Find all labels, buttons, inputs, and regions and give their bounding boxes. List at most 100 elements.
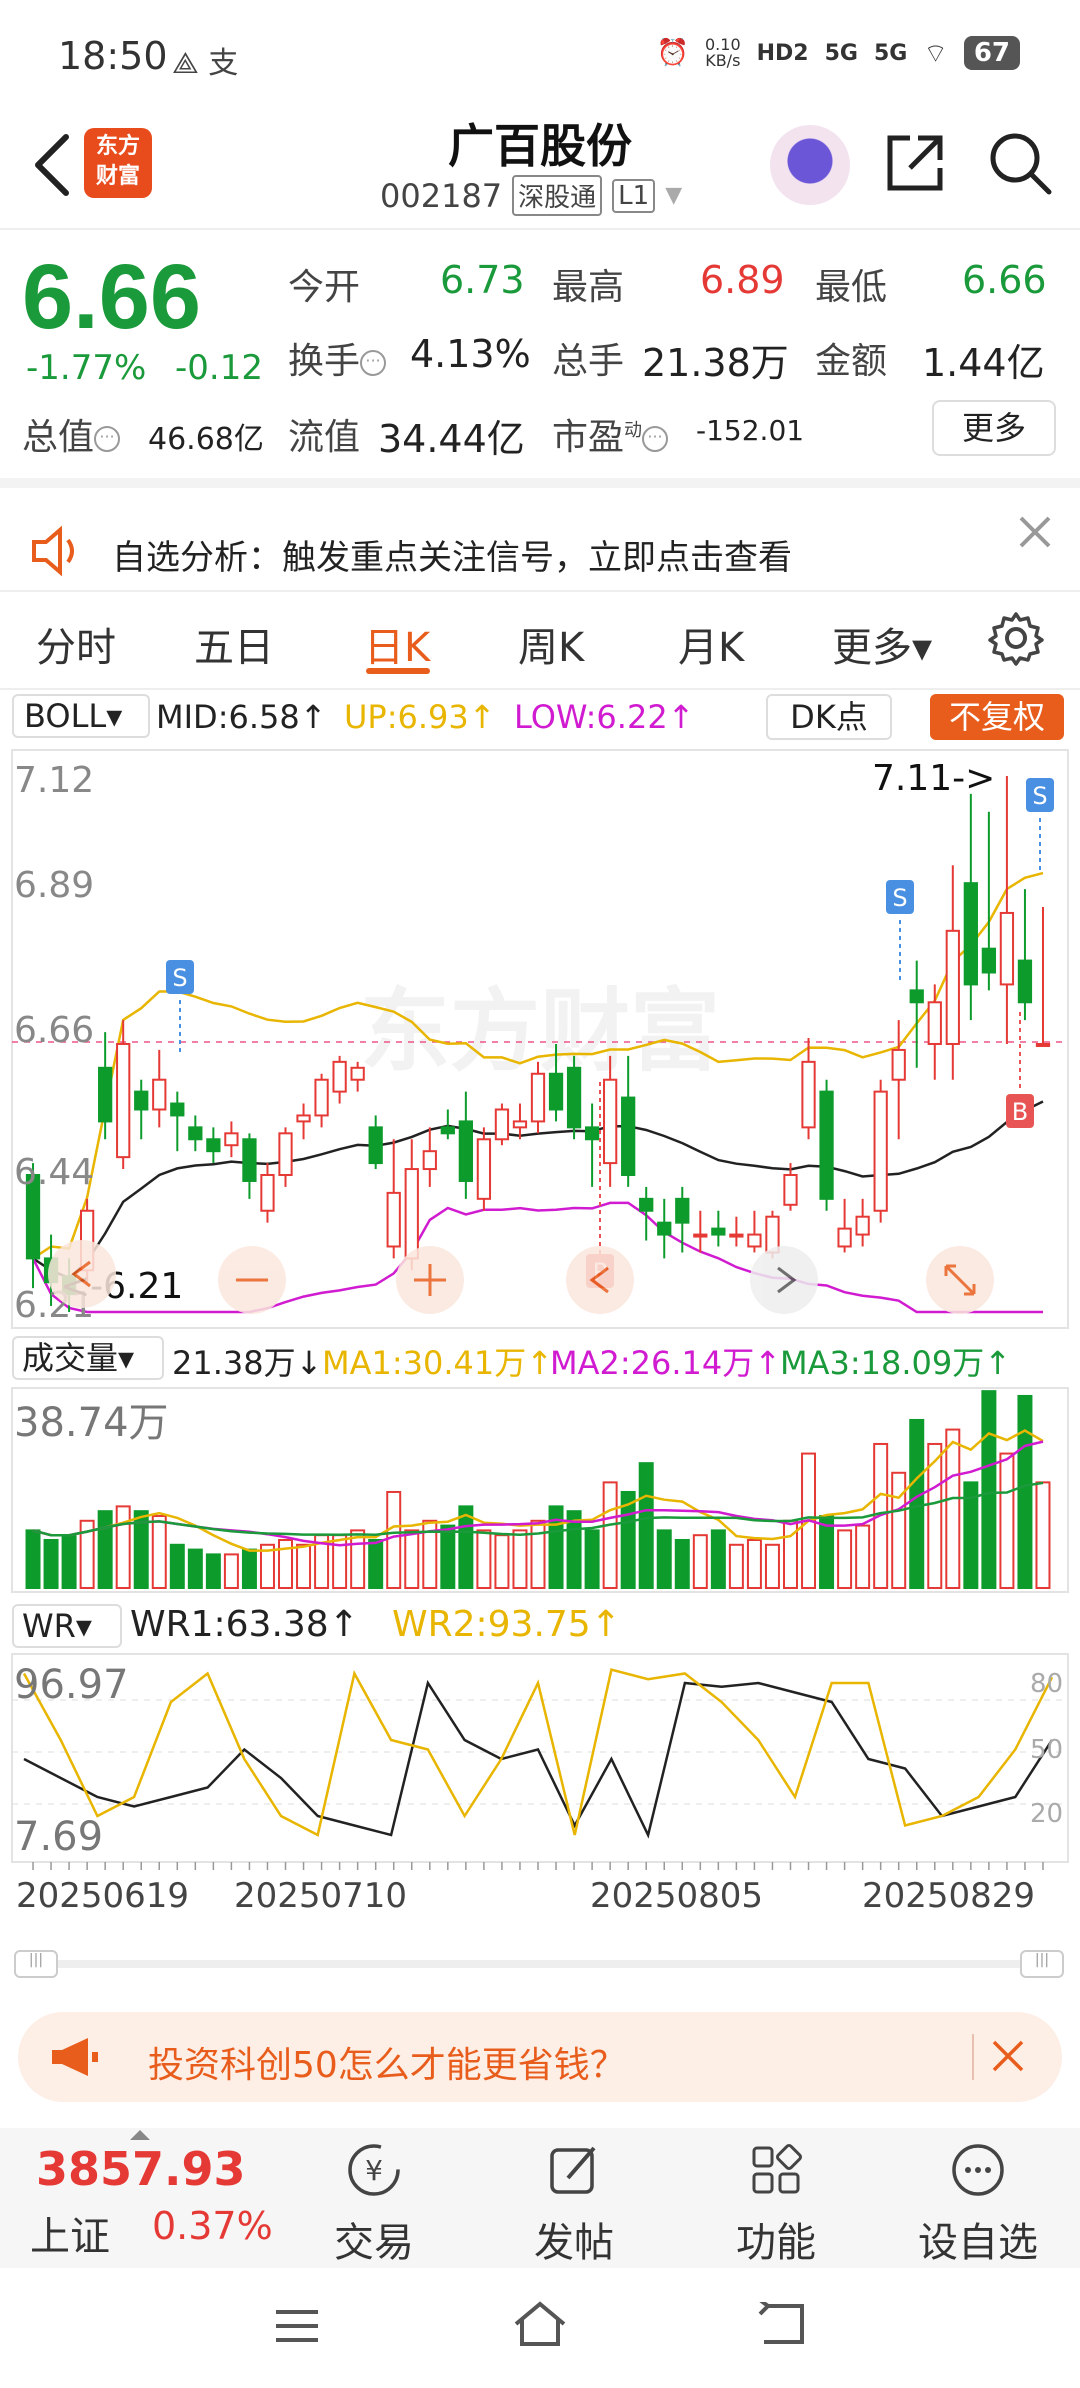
signal-icon-2: 5G [873, 40, 908, 66]
volume-chart[interactable]: 38.74万 [0, 1384, 1080, 1594]
amount-value: 1.44亿 [922, 341, 1045, 385]
candle [945, 865, 960, 1080]
volume-bar [512, 1529, 528, 1589]
candle [1017, 889, 1033, 1021]
notice-divider [0, 590, 1080, 592]
zoom-out-button[interactable] [218, 1246, 286, 1314]
back-nav-icon[interactable] [754, 2302, 810, 2346]
battery-icon: 67 [963, 36, 1020, 70]
volume-bar [674, 1538, 690, 1589]
boll-mid: MID:6.58↑ [156, 698, 327, 736]
date-label-4: 20250829 [862, 1876, 1036, 1916]
volume-ma2: MA2:26.14万↑ [550, 1344, 782, 1382]
chart-right-button[interactable] [750, 1246, 818, 1314]
mktcap-label: 总值 ··· [22, 408, 121, 460]
candle [332, 1055, 347, 1104]
tab-zhouk[interactable]: 周K [518, 615, 584, 673]
tab-rik[interactable]: 日K [364, 615, 430, 673]
volume-bar [530, 1519, 546, 1589]
close-promo-icon[interactable] [990, 2038, 1026, 2074]
menu-icon[interactable] [272, 2306, 322, 2346]
candle [891, 1020, 906, 1140]
info-icon[interactable]: ··· [94, 426, 121, 452]
volume-bar [223, 1553, 239, 1589]
volume-bar [656, 1529, 672, 1589]
tab-wuri[interactable]: 五日 [194, 615, 274, 673]
signal-s-2[interactable]: S [886, 880, 914, 980]
nav-trade[interactable]: ¥ 交易 [314, 2140, 434, 2268]
volume-bar [386, 1490, 402, 1589]
volume-bar [494, 1534, 510, 1589]
speaker-icon [32, 525, 74, 577]
open-label: 今开 [288, 267, 361, 308]
low-value: 6.66 [962, 258, 1047, 302]
candle [206, 1127, 221, 1164]
tab-fenshi[interactable]: 分时 [36, 615, 116, 673]
nav-function[interactable]: 功能 [716, 2140, 836, 2268]
notice-text[interactable]: 自选分析：触发重点关注信号，立即点击查看 [112, 530, 792, 579]
candle [584, 1103, 600, 1187]
volume-bar [440, 1524, 456, 1589]
wr-selector[interactable]: WR▾ [12, 1604, 122, 1648]
home-icon[interactable] [510, 2298, 570, 2348]
scroll-handle-right[interactable]: ||| [1020, 1950, 1064, 1978]
volume-bar [151, 1514, 167, 1589]
info-icon[interactable]: ··· [642, 426, 669, 452]
candle [837, 1198, 852, 1253]
volume-bar [296, 1543, 312, 1589]
chart-left-button[interactable] [566, 1246, 634, 1314]
svg-text:S: S [1032, 782, 1047, 810]
volume-bar [97, 1510, 113, 1589]
volume-selector[interactable]: 成交量▾ [12, 1336, 164, 1380]
kline-chart[interactable]: 东方财富 7.12 6.89 6.66 6.44 6.21 7.11-> <-6… [0, 742, 1080, 1332]
svg-text:B: B [1012, 1098, 1028, 1126]
signal-s-3[interactable]: S [1026, 778, 1054, 872]
tab-yuek[interactable]: 月K [678, 615, 744, 673]
volume-value-label: 21.38万↓ [172, 1344, 323, 1382]
candle [170, 1091, 185, 1152]
nav-post[interactable]: 发帖 [514, 2140, 634, 2268]
candle [801, 1038, 816, 1140]
candle [134, 1079, 149, 1140]
zoom-in-button[interactable] [396, 1246, 464, 1314]
alarm-icon: ⏰ [656, 38, 689, 68]
edit-icon [550, 2146, 596, 2194]
candle [909, 960, 924, 1068]
no-adjust-button[interactable]: 不复权 [930, 694, 1064, 740]
candle [693, 1210, 708, 1253]
signal-b[interactable]: B [1006, 1012, 1034, 1128]
search-icon[interactable] [985, 128, 1055, 198]
wr-chart[interactable]: 96.97 7.69 80 50 20 [0, 1650, 1080, 1870]
volume-bar [476, 1529, 492, 1589]
volume-bar [404, 1529, 420, 1589]
more-button[interactable]: 更多 [932, 400, 1056, 456]
wr2-label: WR2:93.75↑ [392, 1604, 621, 1645]
candle [657, 1198, 672, 1259]
stock-code-line[interactable]: 002187 深股通 L1 ▼ [380, 175, 682, 216]
change-pct: -1.77% [26, 348, 147, 388]
info-icon[interactable]: ··· [360, 350, 387, 376]
volume-ma3: MA3:18.09万↑ [780, 1344, 1012, 1382]
index-value[interactable]: 3857.93 [36, 2142, 246, 2196]
nav-trade-label: 交易 [334, 2220, 414, 2266]
nav-add-watchlist[interactable]: 设自选 [918, 2140, 1038, 2268]
assistant-avatar-icon[interactable] [770, 125, 850, 205]
signal-s-1[interactable]: S [166, 960, 194, 1052]
expand-up-icon[interactable] [130, 2130, 150, 2140]
status-notification-icons: ⟁ 支 [172, 46, 239, 81]
close-notice-icon[interactable] [1015, 512, 1055, 552]
y-label-3: 6.66 [14, 1010, 94, 1051]
volume-bar [728, 1543, 744, 1589]
dk-point-button[interactable]: DK点 [766, 694, 892, 740]
share-icon[interactable] [880, 128, 950, 198]
y-label-2: 6.89 [14, 865, 94, 906]
scroll-handle-left[interactable]: ||| [14, 1950, 58, 1978]
promo-text[interactable]: 投资科创50怎么才能更省钱？ [148, 2036, 626, 2088]
chart-prev-button[interactable] [48, 1240, 116, 1308]
candle [422, 1127, 437, 1187]
indicator-selector[interactable]: BOLL▾ [12, 694, 150, 738]
promo-divider [972, 2034, 974, 2080]
tab-more[interactable]: 更多▾ [832, 615, 932, 673]
settings-gear-icon[interactable] [988, 610, 1044, 666]
fullscreen-button[interactable] [926, 1246, 994, 1314]
